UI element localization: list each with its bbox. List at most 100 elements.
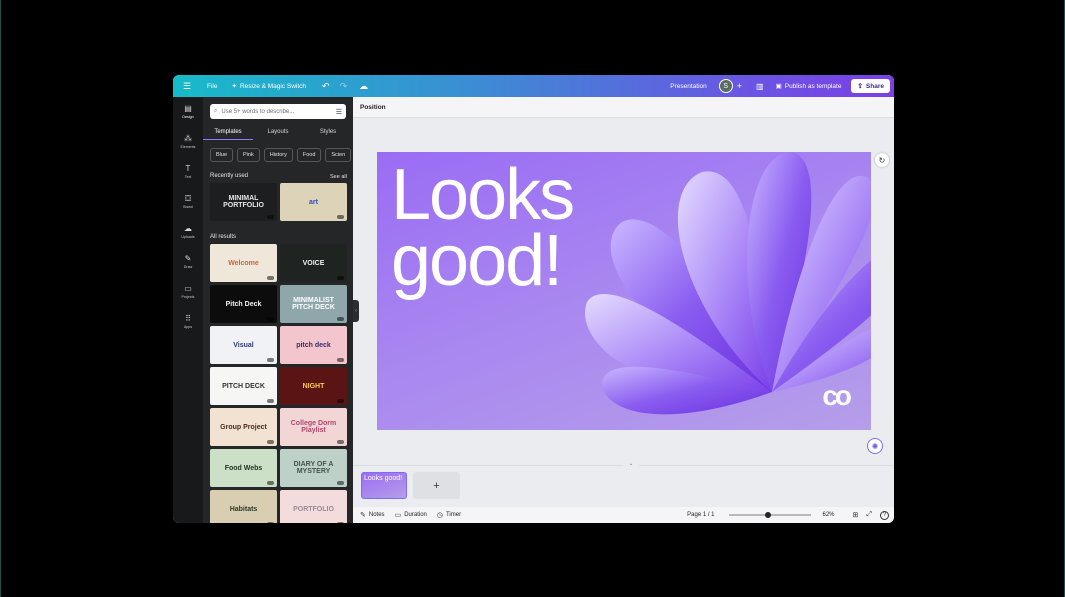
result-template-thumbnail[interactable]: Pitch Deck	[210, 285, 277, 323]
notes-label: Notes	[368, 512, 385, 518]
publish-label: Publish as template	[784, 82, 842, 90]
undo-icon[interactable]: ↶	[322, 81, 330, 92]
file-menu[interactable]: File	[207, 83, 217, 90]
rail-item-text[interactable]: T Text	[173, 157, 203, 187]
position-button[interactable]: Position	[360, 104, 386, 111]
cloud-save-icon[interactable]: ☁	[359, 81, 368, 92]
rail-item-brand[interactable]: ⛋ Brand	[173, 187, 203, 217]
rail-item-uploads[interactable]: ☁ Uploads	[173, 217, 203, 247]
panel-tabs: Templates Layouts Styles	[203, 126, 353, 140]
zoom-value[interactable]: 62%	[823, 512, 835, 518]
result-template-thumbnail[interactable]: pitch deck	[280, 326, 347, 364]
slide-heading[interactable]: Looks good!	[391, 159, 575, 301]
result-template-thumbnail[interactable]: DIARY OF A MYSTERY	[280, 449, 347, 487]
rail-item-design[interactable]: ▤ Design	[173, 97, 203, 127]
result-template-thumbnail[interactable]: MINIMALIST PITCH DECK	[280, 285, 347, 323]
tab-layouts[interactable]: Layouts	[253, 126, 303, 140]
chip-science[interactable]: Scien	[325, 148, 352, 162]
result-template-thumbnail[interactable]: Food Webs	[210, 449, 277, 487]
screen-frame: ☰ File ✦ Resize & Magic Switch ↶ ↷ ☁ Pre…	[0, 0, 1065, 597]
top-bar: ☰ File ✦ Resize & Magic Switch ↶ ↷ ☁ Pre…	[173, 75, 894, 97]
rail-item-projects[interactable]: ▭ Projects	[173, 277, 203, 307]
resize-label: Resize & Magic Switch	[239, 82, 307, 90]
grid-view-icon[interactable]: ⊞	[853, 511, 859, 519]
hamburger-menu-icon[interactable]: ☰	[183, 81, 193, 92]
template-thumbnail-text: NIGHT	[302, 382, 325, 390]
page-thumbnail-1[interactable]: Looks good!	[361, 472, 407, 499]
elements-icon: ⁂	[184, 134, 192, 143]
rail-item-elements[interactable]: ⁂ Elements	[173, 127, 203, 157]
result-template-thumbnail[interactable]: Welcome	[210, 244, 277, 282]
result-template-thumbnail[interactable]: PORTFOLIO	[280, 490, 347, 523]
brand-logo[interactable]: co	[822, 380, 852, 412]
rail-label: Apps	[183, 325, 193, 329]
result-template-thumbnail[interactable]: PITCH DECK	[210, 367, 277, 405]
timer-label: Timer	[445, 512, 462, 518]
result-template-thumbnail[interactable]: College Dorm Playlist	[280, 408, 347, 446]
publish-template-button[interactable]: ▣ Publish as template	[776, 82, 842, 91]
template-thumbnail-text: PITCH DECK	[222, 382, 265, 390]
templates-panel: ⌕ Use 5+ words to describe... ☰ Template…	[203, 97, 353, 523]
rail-label: Text	[184, 175, 192, 179]
resize-magic-switch-button[interactable]: ✦ Resize & Magic Switch	[231, 82, 307, 91]
avatar[interactable]: S	[718, 79, 733, 93]
chip-history[interactable]: History	[263, 148, 293, 162]
result-template-thumbnail[interactable]: Habitats	[210, 490, 277, 523]
template-thumbnail-text: Food Webs	[224, 464, 263, 472]
timer-button[interactable]: ◷ Timer	[437, 511, 461, 519]
premium-crown-icon	[337, 481, 344, 485]
document-type-label[interactable]: Presentation	[670, 83, 707, 90]
refresh-icon[interactable]: ↻	[875, 153, 889, 167]
timer-icon: ◷	[436, 512, 443, 519]
add-page-button[interactable]: +	[413, 472, 460, 499]
slide-heading-line-2: good!	[391, 221, 563, 301]
premium-crown-icon	[337, 358, 344, 362]
result-template-thumbnail[interactable]: VOICE	[280, 244, 347, 282]
chip-food[interactable]: Food	[296, 148, 322, 162]
share-button[interactable]: ⇪ Share	[851, 79, 890, 93]
rail-item-draw[interactable]: ✎ Draw	[173, 247, 203, 277]
slide-canvas[interactable]: Looks good! co	[377, 152, 871, 430]
chip-blue[interactable]: Blue	[210, 148, 234, 162]
duration-button[interactable]: ▭ Duration	[395, 511, 427, 519]
premium-crown-icon	[267, 358, 274, 362]
recent-template-thumbnail[interactable]: art	[280, 183, 347, 221]
add-collaborator-icon[interactable]: +	[737, 81, 742, 91]
result-template-thumbnail[interactable]: Group Project	[210, 408, 277, 446]
collapse-panel-handle[interactable]: ‹	[353, 300, 359, 322]
filter-icon[interactable]: ☰	[336, 108, 342, 116]
projects-icon: ▭	[184, 284, 192, 293]
rail-label: Draw	[183, 265, 193, 269]
template-search-input[interactable]: ⌕ Use 5+ words to describe... ☰	[210, 104, 346, 119]
recent-template-thumbnail[interactable]: MINIMAL PORTFOLIO	[210, 183, 277, 221]
fullscreen-icon[interactable]: ⤢	[866, 511, 872, 519]
tab-styles[interactable]: Styles	[303, 126, 353, 140]
zoom-slider-handle[interactable]	[764, 511, 771, 518]
template-thumbnail-text: DIARY OF A MYSTERY	[293, 461, 334, 475]
result-template-thumbnail[interactable]: Visual	[210, 326, 277, 364]
template-thumbnail-text: pitch deck	[296, 341, 331, 349]
premium-crown-icon	[267, 399, 274, 403]
chip-pink[interactable]: Pink	[237, 148, 260, 162]
notes-button[interactable]: ✎ Notes	[360, 511, 385, 519]
redo-icon[interactable]: ↷	[340, 81, 348, 92]
rail-label: Uploads	[181, 235, 195, 239]
rail-label: Elements	[180, 145, 196, 149]
text-icon: T	[185, 164, 191, 173]
side-rail: ▤ Design ⁂ Elements T Text ⛋ Brand ☁ Upl…	[173, 97, 203, 523]
search-icon: ⌕	[214, 108, 218, 114]
premium-crown-icon	[267, 522, 274, 523]
chevron-down-icon[interactable]: ⌄	[623, 461, 639, 467]
analytics-icon[interactable]: ▥	[756, 82, 764, 91]
result-template-thumbnail[interactable]: NIGHT	[280, 367, 347, 405]
uploads-icon: ☁	[184, 224, 192, 233]
template-thumbnail-text: MINIMALIST PITCH DECK	[292, 297, 335, 311]
magic-assistant-icon[interactable]: ✺	[867, 438, 883, 454]
page-indicator[interactable]: Page 1 / 1	[687, 512, 714, 518]
see-all-link[interactable]: See all	[330, 174, 347, 180]
template-thumbnail-text: Group Project	[220, 423, 267, 431]
rail-item-apps[interactable]: ⠿ Apps	[173, 307, 203, 337]
tab-templates[interactable]: Templates	[203, 126, 253, 140]
zoom-slider[interactable]	[728, 511, 811, 518]
help-icon[interactable]: ?	[880, 510, 889, 520]
